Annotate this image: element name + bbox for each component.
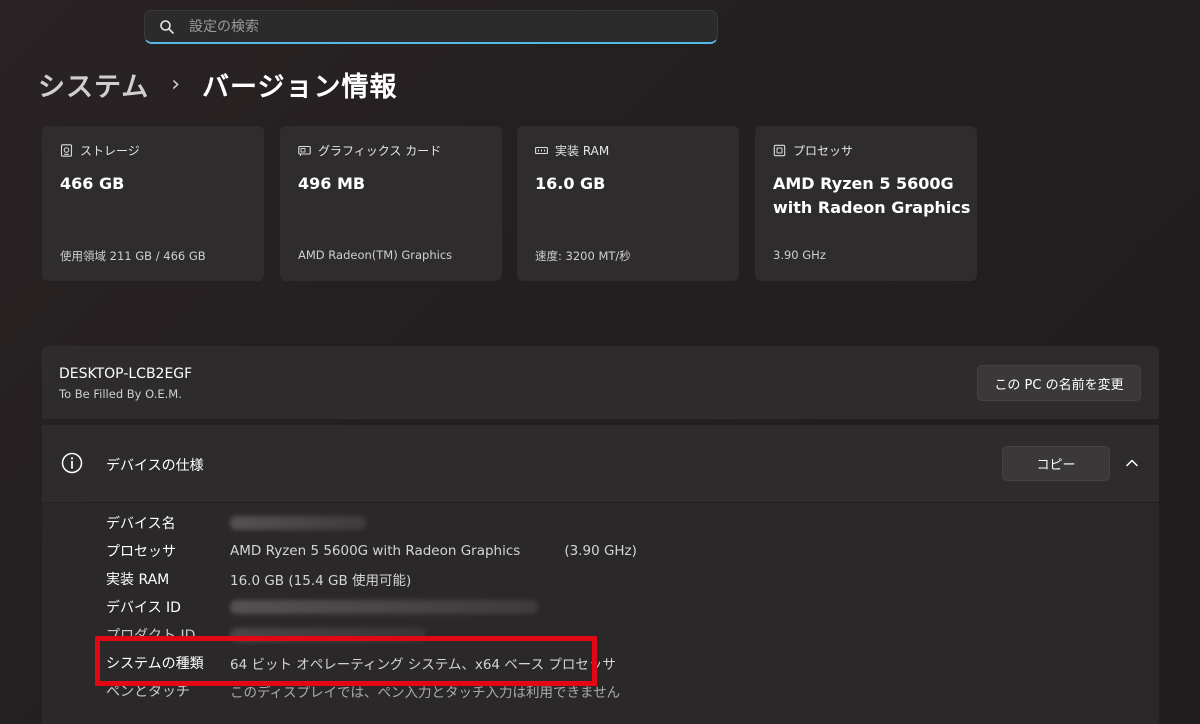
spec-value: このディスプレイでは、ペン入力とタッチ入力は利用できません (230, 685, 621, 701)
spec-row-processor: プロセッサ AMD Ryzen 5 5600G with Radeon Grap… (106, 540, 637, 562)
device-name: DESKTOP-LCB2EGF (59, 366, 193, 382)
graphics-card-icon (298, 145, 311, 156)
spec-extra: (3.90 GHz) (564, 543, 637, 559)
redacted-value (230, 600, 538, 614)
card-sub: 速度: 3200 MT/秒 (535, 249, 631, 263)
chevron-up-icon[interactable] (1125, 456, 1139, 470)
device-specs-header[interactable]: デバイスの仕様 コピー (42, 425, 1159, 502)
spec-value: 64 ビット オペレーティング システム、x64 ベース プロセッサ (230, 657, 616, 673)
card-value: AMD Ryzen 5 5600G with Radeon Graphics (773, 174, 971, 217)
card-storage: ストレージ 466 GB 使用領域 211 GB / 466 GB (42, 126, 264, 281)
card-label: 実装 RAM (555, 144, 610, 158)
spec-label: デバイス名 (106, 516, 176, 532)
copy-button[interactable]: コピー (1002, 446, 1110, 481)
breadcrumb-parent-system[interactable]: システム (38, 65, 149, 104)
spec-label: 実装 RAM (106, 572, 170, 588)
redacted-value (230, 628, 426, 642)
card-value: 466 GB (60, 174, 125, 193)
breadcrumb-separator: › (171, 71, 181, 97)
spec-row-ram: 実装 RAM 16.0 GB (15.4 GB 使用可能) (106, 568, 411, 590)
redacted-value (230, 516, 366, 530)
processor-icon (773, 144, 786, 157)
device-name-panel: DESKTOP-LCB2EGF To Be Filled By O.E.M. こ… (42, 346, 1159, 419)
card-label: プロセッサ (793, 144, 854, 158)
info-icon (61, 452, 83, 474)
spec-value: 16.0 GB (15.4 GB 使用可能) (230, 573, 412, 589)
spec-row-device-id: デバイス ID (106, 596, 538, 618)
spec-label: ペンとタッチ (106, 684, 190, 700)
spec-label: プロダクト ID (106, 628, 196, 644)
card-sub: AMD Radeon(TM) Graphics (298, 248, 453, 262)
spec-label: システムの種類 (106, 656, 204, 672)
rename-pc-button[interactable]: この PC の名前を変更 (977, 365, 1141, 401)
card-sub: 使用領域 211 GB / 466 GB (60, 249, 206, 263)
device-specs-title: デバイスの仕様 (106, 458, 204, 474)
spec-row-product-id: プロダクト ID (106, 624, 426, 646)
card-value: 496 MB (298, 174, 366, 193)
spec-row-device-name: デバイス名 (106, 512, 366, 534)
card-graphics: グラフィックス カード 496 MB AMD Radeon(TM) Graphi… (280, 126, 502, 281)
page-title: バージョン情報 (202, 71, 398, 103)
device-model: To Be Filled By O.E.M. (59, 387, 182, 401)
search-input[interactable] (189, 11, 689, 43)
device-specs-body: デバイス名 プロセッサ AMD Ryzen 5 5600G with Radeo… (42, 503, 1159, 724)
spec-row-system-type: システムの種類 64 ビット オペレーティング システム、x64 ベース プロセ… (106, 652, 616, 674)
card-ram: 実装 RAM 16.0 GB 速度: 3200 MT/秒 (517, 126, 739, 281)
spec-value: AMD Ryzen 5 5600G with Radeon Graphics (230, 543, 521, 559)
ram-icon (535, 146, 548, 155)
search-icon (160, 20, 174, 34)
spec-label: デバイス ID (106, 600, 181, 616)
card-sub: 3.90 GHz (773, 248, 826, 262)
storage-icon (60, 144, 73, 157)
spec-row-pen-touch: ペンとタッチ このディスプレイでは、ペン入力とタッチ入力は利用できません (106, 680, 620, 702)
card-label: ストレージ (80, 144, 140, 158)
breadcrumb: システム › バージョン情報 (38, 62, 397, 106)
card-label: グラフィックス カード (318, 144, 442, 158)
card-processor: プロセッサ AMD Ryzen 5 5600G with Radeon Grap… (755, 126, 977, 281)
spec-label: プロセッサ (106, 544, 176, 560)
search-box[interactable] (144, 10, 718, 44)
card-value: 16.0 GB (535, 174, 606, 193)
